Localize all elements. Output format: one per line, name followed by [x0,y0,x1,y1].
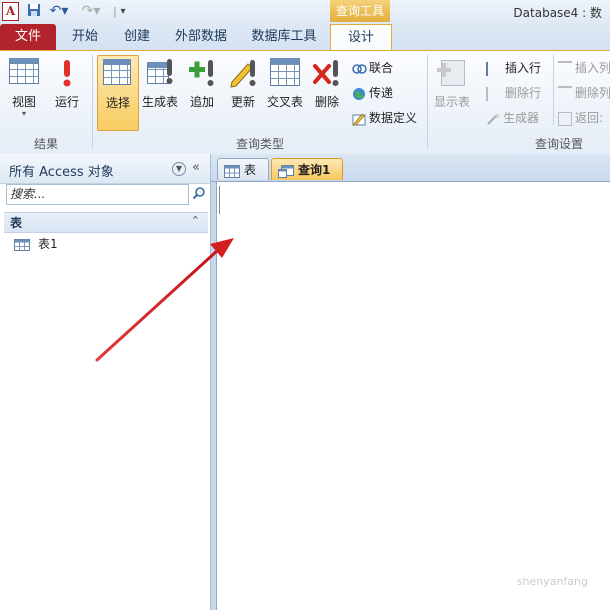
doc-tab-table1[interactable]: 表1 [217,158,269,199]
ribbon: 视图 ▾ 运行 结果 选择 生成表 追加 更新 交叉表 删除 联合 传递 数据定… [0,50,610,155]
watermark: shenyanfang [516,575,588,588]
chevron-up-icon[interactable]: ⌃ [191,214,200,227]
delete-rows-icon [486,86,502,101]
builder-wand-icon [486,112,500,126]
tab-design[interactable]: 设计 [330,24,392,51]
group-label-results: 结果 [33,137,58,151]
show-table-icon [437,58,467,88]
nav-search-input[interactable]: 搜索... [6,184,189,205]
passthrough-button[interactable]: 传递 [352,83,393,103]
document-tabs: 表1 查询1 [211,154,610,199]
globe-icon [352,87,366,101]
builder-button[interactable]: 生成器 [486,108,539,128]
run-button[interactable]: 运行 [50,55,84,131]
return-select[interactable]: 返回: [558,108,603,128]
navigation-pane: 所有 Access 对象 ▼ « 搜索... 表 ⌃ 表1 [0,154,211,610]
view-dropdown-icon: ▾ [21,109,26,118]
tab-database-tools[interactable]: 数据库工具 [244,24,324,50]
group-label-query-type: 查询类型 [235,137,284,151]
select-query-icon [103,59,133,89]
divider [553,55,554,125]
access-app-icon[interactable]: A [2,2,19,21]
window-title: Database4 : 数 [513,6,602,20]
show-table-button[interactable]: 显示表 [430,55,474,131]
delete-columns-button[interactable]: 删除列 [558,83,610,103]
insert-columns-button[interactable]: 插入列 [558,58,610,78]
search-icon[interactable] [191,186,207,204]
delete-rows-button[interactable]: 删除行 [486,83,541,103]
append-icon [187,58,217,88]
query-design-canvas[interactable] [216,182,610,610]
insert-columns-icon [558,60,572,77]
return-icon [558,111,572,126]
undo-icon[interactable]: ↶▾ [48,3,70,20]
insert-rows-icon [486,61,502,76]
text-cursor [219,186,220,214]
collapse-pane-icon[interactable]: « [192,160,200,175]
union-button[interactable]: 联合 [352,58,393,78]
data-definition-icon [352,112,366,126]
table-icon [14,238,30,251]
delete-query-button[interactable]: 删除 [310,55,344,131]
view-icon [9,58,39,88]
customize-qat-icon[interactable]: ▾ [118,3,128,20]
redo-icon[interactable]: ↷▾ [80,3,102,20]
nav-pane-header[interactable]: 所有 Access 对象 ▼ « [0,154,210,184]
query-tools-context-header: 查询工具 [330,0,390,22]
delete-x-icon [312,58,342,88]
tab-external-data[interactable]: 外部数据 [168,24,234,50]
view-button[interactable]: 视图 ▾ [6,55,42,131]
union-rings-icon [352,62,367,76]
nav-group-header-tables[interactable]: 表 ⌃ [4,212,208,233]
nav-pane-title: 所有 Access 对象 [9,165,114,180]
update-button[interactable]: 更新 [226,55,260,131]
tab-home[interactable]: 开始 [62,24,108,50]
save-icon[interactable] [26,3,42,20]
run-exclamation-icon [52,58,82,88]
nav-group-title: 表 [10,216,23,230]
select-query-button[interactable]: 选择 [97,55,139,131]
crosstab-icon [270,58,300,88]
tab-file[interactable]: 文件 [0,24,56,50]
append-button[interactable]: 追加 [184,55,220,131]
group-label-query-setup: 查询设置 [534,137,583,151]
make-table-button[interactable]: 生成表 [140,55,180,131]
table-icon [224,163,240,178]
document-area: 表1 查询1 [211,154,610,610]
data-definition-button[interactable]: 数据定义 [352,108,417,128]
tab-create[interactable]: 创建 [114,24,160,50]
update-pencil-icon [228,58,258,88]
query-icon [278,163,294,178]
nav-menu-dropdown-icon[interactable]: ▼ [172,162,186,176]
make-table-icon [145,58,175,88]
insert-rows-button[interactable]: 插入行 [486,58,541,78]
title-bar: A ↶▾ ↷▾ | ▾ 查询工具 Database4 : 数 [0,0,610,24]
crosstab-button[interactable]: 交叉表 [264,55,306,131]
nav-item-table1[interactable]: 表1 [14,235,58,253]
delete-columns-icon [558,85,572,102]
doc-tab-query1[interactable]: 查询1 [271,158,343,180]
ribbon-tabs: 文件 开始 创建 外部数据 数据库工具 设计 [0,24,610,51]
